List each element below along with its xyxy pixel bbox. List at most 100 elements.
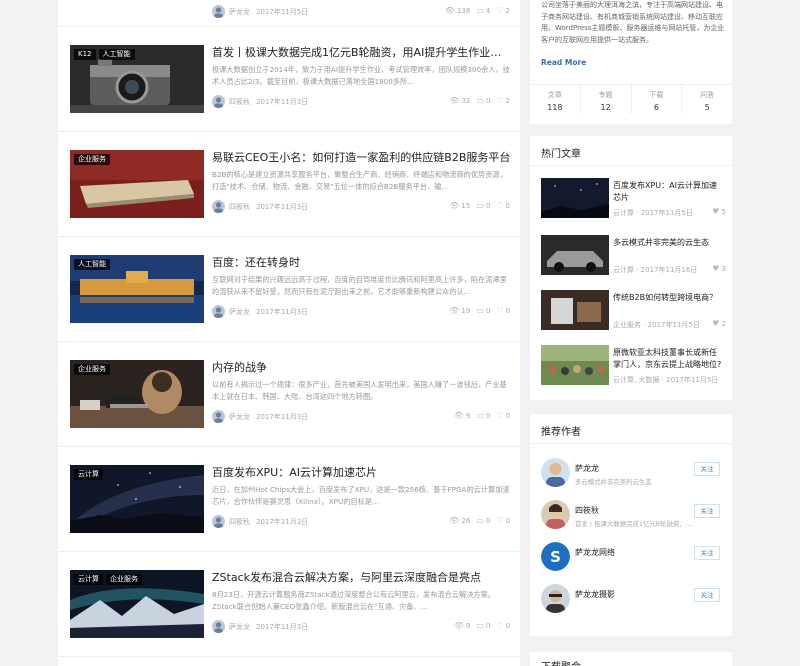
author-name[interactable]: 萨龙龙摄影 [575,589,615,600]
article-title[interactable]: 易联云CEO王小名：如何打造一家盈利的供应链B2B服务平台 [212,149,512,165]
article-thumbnail[interactable]: K12 人工智能 [70,45,204,113]
hot-thumbnail[interactable] [541,235,609,275]
author-avatar[interactable] [212,410,225,423]
author-item[interactable]: 萨龙龙摄影 关注 [541,584,726,618]
heart-icon[interactable]: ♡ [496,7,503,15]
author-avatar[interactable] [212,620,225,633]
follow-button[interactable]: 关注 [694,504,720,518]
hot-article-item[interactable]: 多云模式并非完美的云生态 云计算 · 2017年11月16日 ♥ 3 [541,235,726,277]
article-item[interactable]: 企业服务 易联云CEO王小名：如何打造一家盈利的供应链B2B服务平台 B2B的核… [58,132,520,237]
author-avatar[interactable]: S [541,542,570,571]
author-latest-post[interactable]: 首发丨极课大数据完成1亿元B轮融资，用... [575,519,695,528]
article-author[interactable]: 萨龙龙 [229,307,250,317]
article-title[interactable]: ZStack发布混合云解决方案，与阿里云深度融合是亮点 [212,569,512,585]
article-author[interactable]: 萨龙龙 [229,412,250,422]
hot-article-item[interactable]: 传统B2B如何转型跨境电商？ 企业服务 · 2017年11月5日 ♥ 2 [541,290,726,332]
article-date: 2017年11月5日 [256,8,309,16]
like-count: 2 [721,320,726,328]
heart-icon[interactable]: ♡ [496,622,503,630]
hot-article-title[interactable]: 百度发布XPU：AI云计算加速芯片 [613,180,723,204]
article-tag[interactable]: 企业服务 [74,154,110,165]
article-item[interactable]: K12 人工智能 首发丨极课大数据完成1亿元B轮融资，用AI提升学生作业、考试..… [58,27,520,132]
article-tag[interactable]: 企业服务 [106,574,142,585]
author-avatar[interactable] [541,458,570,487]
author-name[interactable]: 四筱秋 [575,505,599,516]
author-item[interactable]: 四筱秋 首发丨极课大数据完成1亿元B轮融资，用... 关注 [541,500,726,534]
article-thumbnail[interactable]: 云计算 [70,465,204,533]
author-avatar[interactable] [541,584,570,613]
read-more-link[interactable]: Read More [541,58,586,67]
view-count: 32 [461,97,471,105]
article-summary: 极课大数据创立于2014年，致力于用AI提升学生作业、考试管理效率，团队规模30… [212,65,510,86]
comment-icon: ▭ [476,201,484,210]
article-tag[interactable]: 人工智能 [98,49,135,60]
article-author[interactable]: 四筱秋 [229,97,250,107]
author-avatar[interactable] [212,515,225,528]
follow-button[interactable]: 关注 [694,588,720,602]
view-count: 26 [461,517,471,525]
author-latest-post[interactable]: 多云模式并非完美的云生态 [575,477,695,486]
article-summary: 互联网对于结果的兴趣远远高于过程，百度的自驾堆度也比腾讯和阿里高上许多，陷在泥潭… [212,275,507,296]
article-item[interactable]: 企业服务 内存的战争 以前有人揭示过一个规律：很多产业，首先被美国人发明出来，美… [58,342,520,447]
author-name[interactable]: 萨龙龙 [575,463,599,474]
article-date: 2017年11月3日 [256,203,309,211]
comment-count: 0 [485,202,491,210]
hot-thumbnail[interactable] [541,290,609,330]
author-avatar[interactable] [212,305,225,318]
author-avatar[interactable] [212,95,225,108]
counter-label: 问答 [700,91,715,99]
article-tag[interactable]: 人工智能 [74,259,110,270]
hot-article-title[interactable]: 传统B2B如何转型跨境电商？ [613,292,723,316]
about-text: 公司坐落于美丽的大理洱海之滨，专注于高端网站建设、电 子商务网站建设、有机商城营… [541,0,727,46]
author-name[interactable]: 萨龙龙网络 [575,547,615,558]
author-avatar[interactable] [212,5,225,18]
view-count: 19 [461,307,471,315]
article-thumbnail[interactable]: 云计算 企业服务 [70,570,204,638]
article-author[interactable]: 萨龙龙 [229,622,250,632]
article-tag[interactable]: 云计算 [74,574,103,585]
hot-thumbnail[interactable] [541,345,609,385]
article-title[interactable]: 首发丨极课大数据完成1亿元B轮融资，用AI提升学生作业、考试... [212,44,512,60]
heart-icon[interactable]: ♡ [496,97,503,105]
article-date: 2017年11月3日 [256,623,309,631]
article-title[interactable]: 百度发布XPU：AI云计算加速芯片 [212,464,512,480]
article-thumbnail[interactable]: 企业服务 [70,150,204,218]
article-list: 萨龙龙 2017年11月5日 👁︎ 138 ▭ 4 ♡ 2 K12 人工智能 首发丨极课… [58,0,520,666]
hot-article-title[interactable]: 多云模式并非完美的云生态 [613,237,723,261]
hot-article-likes: ♥ 2 [712,320,726,329]
author-item[interactable]: S 萨龙龙网络 关注 [541,542,726,576]
article-author[interactable]: 萨龙龙 [229,7,250,17]
hot-article-title[interactable]: 原微软亚太科技董事长或新任掌门人，京东云提上战略地位? [613,347,723,371]
counter-topics[interactable]: 专题 12 [581,85,632,114]
article-item[interactable]: 人工智能 百度：还在转身时 互联网对于结果的兴趣远远高于过程，百度的自驾堆度也比… [58,237,520,342]
article-thumbnail[interactable]: 企业服务 [70,360,204,428]
article-tag[interactable]: K12 [74,49,96,60]
article-item[interactable]: 云计算 百度发布XPU：AI云计算加速芯片 近日，在加州Hot Chips大会上… [58,447,520,552]
article-item[interactable]: 云计算 企业服务 ZStack发布混合云解决方案，与阿里云深度融合是亮点 8月23… [58,552,520,657]
hot-thumbnail[interactable] [541,178,609,218]
article-author[interactable]: 四筱秋 [229,517,250,527]
heart-icon[interactable]: ♡ [496,412,503,420]
counter-articles[interactable]: 文章 118 [530,85,581,114]
counter-downloads[interactable]: 下载 6 [632,85,683,114]
article-author[interactable]: 四筱秋 [229,202,250,212]
article-thumbnail[interactable]: 人工智能 [70,255,204,323]
hot-article-item[interactable]: 百度发布XPU：AI云计算加速芯片 云计算 · 2017年11月5日 ♥ 5 [541,178,726,220]
article-meta: 萨龙龙 2017年11月5日 👁︎ 138 ▭ 4 ♡ 2 [212,5,510,19]
author-avatar[interactable] [212,200,225,213]
heart-icon: ♥ [712,207,720,216]
counter-questions[interactable]: 问答 5 [682,85,732,114]
author-avatar[interactable] [541,500,570,529]
heart-icon[interactable]: ♡ [496,517,503,525]
heart-icon[interactable]: ♡ [496,202,503,210]
hot-article-item[interactable]: 原微软亚太科技董事长或新任掌门人，京东云提上战略地位? 云计算, 大数据 · 2… [541,345,726,387]
article-tag[interactable]: 企业服务 [74,364,110,375]
article-tag[interactable]: 云计算 [74,469,103,480]
author-item[interactable]: 萨龙龙 多云模式并非完美的云生态 关注 [541,458,726,492]
comment-count: 0 [485,307,491,315]
article-title[interactable]: 内存的战争 [212,359,512,375]
follow-button[interactable]: 关注 [694,462,720,476]
follow-button[interactable]: 关注 [694,546,720,560]
heart-icon[interactable]: ♡ [496,307,503,315]
article-title[interactable]: 百度：还在转身时 [212,254,512,270]
